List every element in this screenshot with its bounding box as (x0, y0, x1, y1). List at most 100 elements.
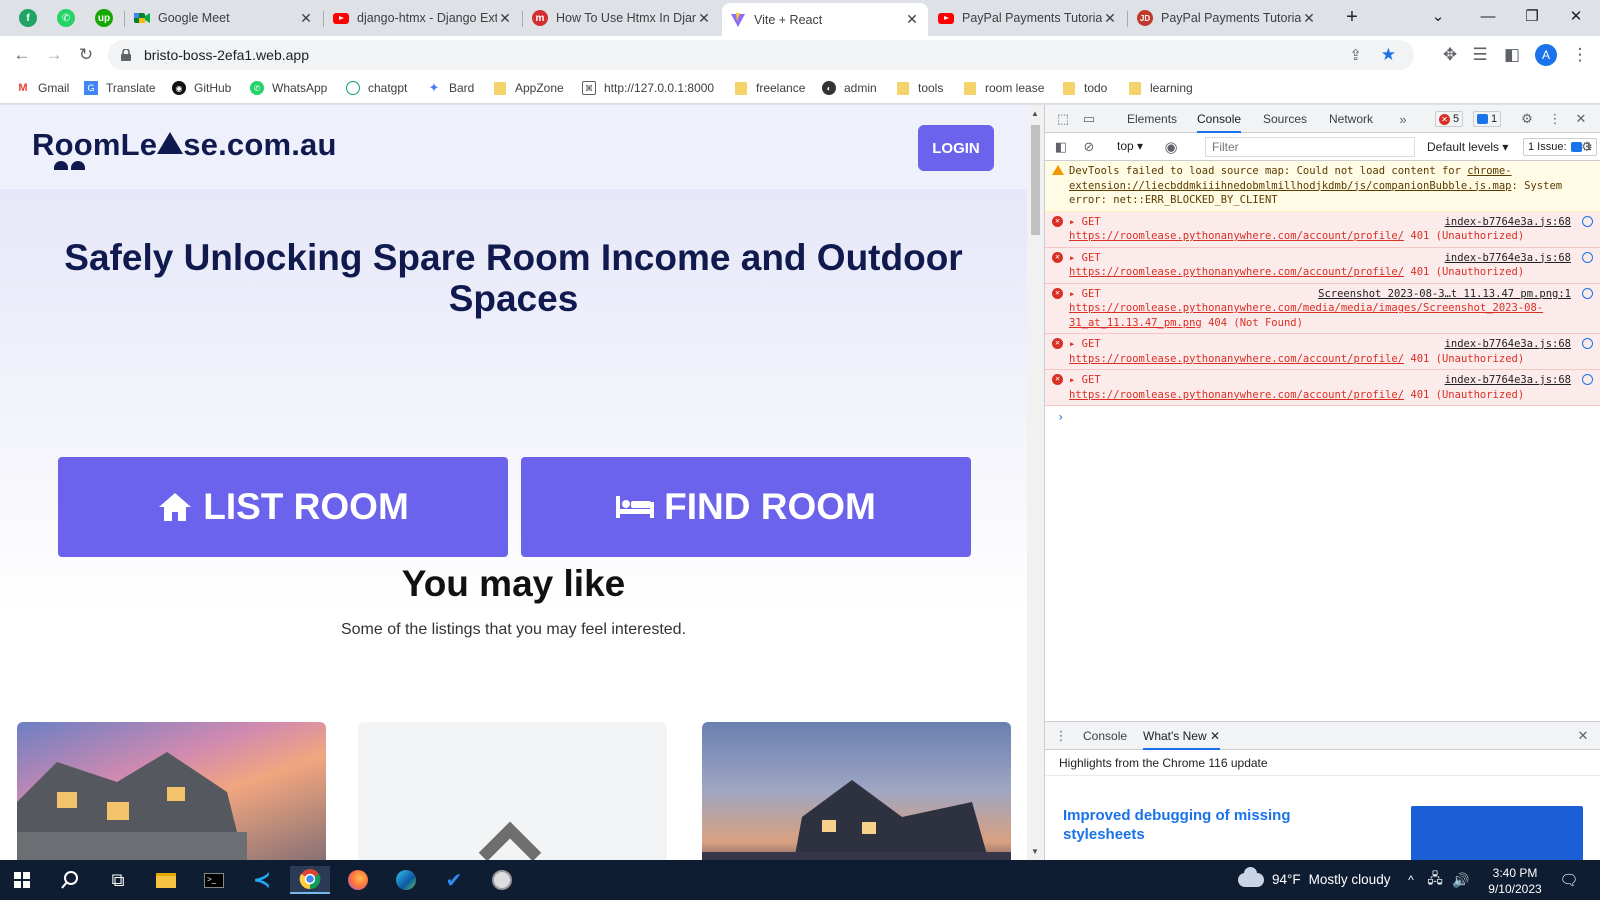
network-globe-icon[interactable] (1582, 338, 1593, 349)
forward-button[interactable]: → (40, 41, 68, 69)
console-error-message[interactable]: ✕ index-b7764e3a.js:68 ▸ GET https://roo… (1045, 334, 1600, 370)
sidebar-toggle-icon[interactable]: ◧ (1053, 139, 1069, 155)
console-error-message[interactable]: ✕ index-b7764e3a.js:68 ▸ GET https://roo… (1045, 211, 1600, 248)
tab-close-icon[interactable]: ✕ (1102, 10, 1118, 27)
bookmark-localhost[interactable]: ⌘ http://127.0.0.1:8000 (582, 81, 714, 95)
system-clock[interactable]: 3:40 PM 9/10/2023 (1480, 865, 1550, 897)
back-button[interactable]: ← (8, 41, 36, 69)
vscode-icon[interactable]: ≺ (242, 866, 282, 894)
bookmark-todo[interactable]: todo (1062, 81, 1107, 95)
bookmark-chatgpt[interactable]: chatgpt (346, 81, 407, 95)
terminal-icon[interactable]: >_ (194, 866, 234, 894)
firefox-icon[interactable] (338, 866, 378, 894)
tab-close-icon[interactable]: ✕ (696, 10, 712, 27)
bookmark-tools[interactable]: tools (896, 81, 943, 95)
device-toolbar-icon[interactable]: ▭ (1081, 111, 1097, 127)
windows-start-icon[interactable] (2, 866, 42, 894)
drawer-tab-console[interactable]: Console (1083, 722, 1127, 750)
tab-google-meet[interactable]: Google Meet ✕ (126, 4, 322, 32)
chrome-icon[interactable] (290, 866, 330, 894)
show-hidden-icons-chevron-icon[interactable]: ^ (1402, 866, 1420, 894)
request-url-link[interactable]: https://roomlease.pythonanywhere.com/acc… (1069, 389, 1404, 401)
close-tab-icon[interactable]: ✕ (1210, 729, 1220, 743)
search-icon[interactable] (50, 866, 90, 894)
error-count-badge[interactable]: ✕ 5 (1435, 111, 1464, 127)
notifications-icon[interactable]: 🗨 (1554, 866, 1584, 894)
address-bar[interactable]: bristo-boss-2efa1.web.app ⇪ ★ (108, 40, 1414, 70)
console-warning-message[interactable]: DevTools failed to load source map: Coul… (1045, 161, 1600, 212)
bookmark-github[interactable]: ◉ GitHub (172, 81, 231, 95)
file-explorer-icon[interactable] (146, 866, 186, 894)
tab-close-icon[interactable]: ✕ (298, 10, 314, 27)
edge-icon[interactable] (386, 866, 426, 894)
task-view-icon[interactable]: ⧉ (98, 866, 138, 894)
context-selector[interactable]: top ▾ (1117, 139, 1143, 153)
minimize-button[interactable]: — (1466, 2, 1510, 30)
bookmark-room-lease[interactable]: room lease (963, 81, 1044, 95)
weather-widget[interactable]: 94°F Mostly cloudy (1238, 866, 1390, 887)
bookmark-gmail[interactable]: M Gmail (16, 81, 69, 95)
pinned-tab-1[interactable]: f (10, 4, 46, 32)
console-error-message[interactable]: ✕ Screenshot 2023-08-3…t 11.13.47 pm.png… (1045, 283, 1600, 334)
inspect-element-icon[interactable]: ⬚ (1055, 111, 1071, 127)
network-globe-icon[interactable] (1582, 215, 1593, 227)
console-prompt[interactable]: › (1045, 406, 1600, 428)
site-logo[interactable]: RoomLe se.com.au (32, 127, 337, 163)
expand-arrow-icon[interactable]: ▸ (1069, 288, 1075, 300)
todo-app-icon[interactable]: ✔ (434, 866, 474, 894)
reload-button[interactable]: ↻ (72, 41, 100, 69)
bookmark-whatsapp[interactable]: ✆ WhatsApp (250, 81, 327, 95)
tab-htmx-django[interactable]: m How To Use Htmx In Djan ✕ (524, 4, 720, 32)
scrollbar-thumb[interactable] (1031, 125, 1040, 235)
pinned-tab-upwork[interactable]: up (86, 4, 122, 32)
close-drawer-icon[interactable]: ✕ (1575, 728, 1591, 744)
pinned-tab-whatsapp[interactable]: ✆ (48, 4, 84, 32)
expand-arrow-icon[interactable]: ▸ (1069, 216, 1075, 228)
side-panel-icon[interactable]: ◧ (1498, 41, 1526, 69)
bookmark-freelance[interactable]: freelance (734, 81, 805, 95)
bookmark-appzone[interactable]: AppZone (493, 81, 564, 95)
bookmark-bard[interactable]: ✦ Bard (427, 80, 475, 95)
tab-vite-react[interactable]: Vite + React ✕ (722, 3, 928, 36)
request-url-link[interactable]: https://roomlease.pythonanywhere.com/acc… (1069, 353, 1404, 365)
expand-arrow-icon[interactable]: ▸ (1069, 252, 1075, 264)
source-link[interactable]: Screenshot 2023-08-3…t 11.13.47 pm.png:1 (1318, 287, 1571, 302)
network-globe-icon[interactable] (1582, 287, 1593, 299)
listing-card[interactable] (702, 722, 1011, 860)
profile-avatar[interactable]: A (1535, 44, 1557, 66)
drawer-menu-icon[interactable]: ⋮ (1053, 728, 1069, 744)
restore-button[interactable]: ❐ (1510, 2, 1554, 30)
request-url-link[interactable]: https://roomlease.pythonanywhere.com/med… (1069, 302, 1543, 329)
drawer-tab-whats-new[interactable]: What's New ✕ (1143, 722, 1221, 750)
console-error-message[interactable]: ✕ index-b7764e3a.js:68 ▸ GET https://roo… (1045, 247, 1600, 284)
close-window-button[interactable]: ✕ (1554, 2, 1598, 30)
tab-django-htmx[interactable]: django-htmx - Django Ext ✕ (325, 4, 521, 32)
tab-close-icon[interactable]: ✕ (497, 10, 513, 27)
tab-search-chevron-icon[interactable]: ⌄ (1416, 2, 1460, 30)
bookmark-translate[interactable]: G Translate (84, 81, 156, 95)
request-url-link[interactable]: https://roomlease.pythonanywhere.com/acc… (1069, 230, 1404, 242)
more-tabs-chevron-icon[interactable]: » (1395, 111, 1411, 127)
expand-arrow-icon[interactable]: ▸ (1069, 338, 1075, 350)
request-url-link[interactable]: https://roomlease.pythonanywhere.com/acc… (1069, 266, 1404, 278)
bookmark-learning[interactable]: learning (1128, 81, 1193, 95)
page-scrollbar[interactable]: ▲ ▼ (1027, 105, 1044, 860)
volume-icon[interactable]: 🔊 (1450, 866, 1472, 894)
clock-app-icon[interactable] (482, 866, 522, 894)
tab-close-icon[interactable]: ✕ (904, 11, 920, 28)
tab-paypal-1[interactable]: PayPal Payments Tutorial ✕ (930, 4, 1126, 32)
tab-console[interactable]: Console (1197, 105, 1242, 133)
listing-card[interactable] (17, 722, 326, 860)
scroll-down-icon[interactable]: ▼ (1031, 847, 1039, 856)
whats-new-link[interactable]: Improved debugging of missing stylesheet… (1063, 806, 1343, 844)
share-icon[interactable]: ⇪ (1349, 46, 1362, 64)
source-link[interactable]: index-b7764e3a.js:68 (1445, 251, 1571, 266)
chrome-menu-icon[interactable]: ⋮ (1566, 41, 1594, 69)
tab-sources[interactable]: Sources (1263, 105, 1307, 133)
clear-console-icon[interactable]: ⊘ (1081, 139, 1097, 155)
message-count-badge[interactable]: 1 (1473, 111, 1502, 127)
login-button[interactable]: LOGIN (918, 125, 994, 171)
source-link[interactable]: index-b7764e3a.js:68 (1445, 215, 1571, 230)
close-devtools-icon[interactable]: ✕ (1573, 111, 1589, 127)
tab-network[interactable]: Network (1329, 105, 1373, 133)
